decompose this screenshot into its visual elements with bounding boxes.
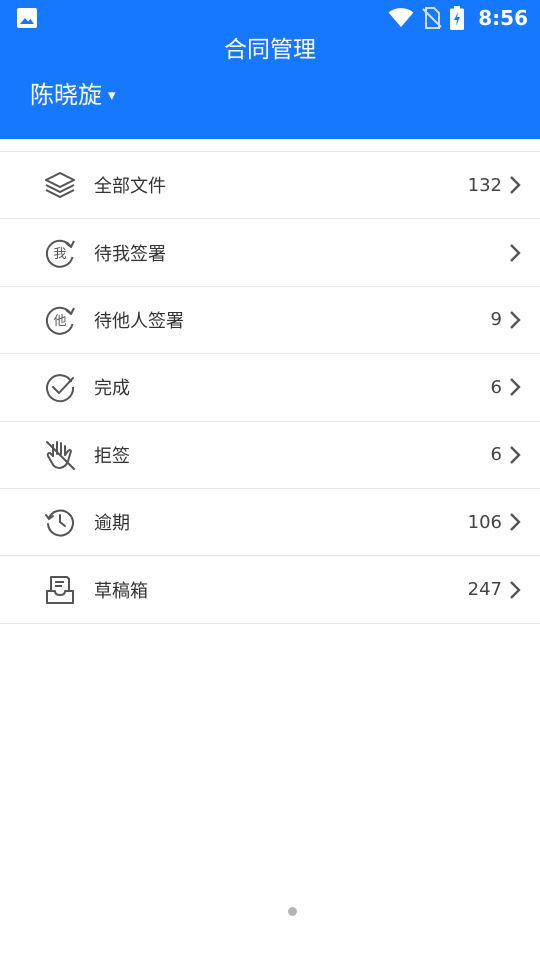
chevron-right-icon (510, 445, 521, 464)
list-item-completed[interactable]: 完成 6 (0, 354, 540, 422)
list-item-label: 全部文件 (94, 176, 166, 198)
layers-icon (45, 172, 75, 199)
page-title: 合同管理 (224, 37, 316, 63)
list-item-rejected[interactable]: 拒签 6 (0, 422, 540, 489)
svg-text:我: 我 (53, 247, 66, 262)
list-item-label: 待他人签署 (94, 310, 184, 332)
check-circle-icon (46, 374, 75, 403)
list-item-count: 9 (490, 309, 502, 331)
chevron-right-icon (510, 176, 521, 195)
list-item-awaiting-others-signature[interactable]: 他 待他人签署 9 (0, 287, 540, 355)
photo-icon (17, 8, 37, 28)
user-switcher[interactable]: 陈晓旋 ▾ (30, 75, 116, 110)
caret-down-icon: ▾ (108, 85, 116, 104)
contract-category-list: 全部文件 132 我 待我签署 他 待他人签署 9 完成 6 拒签 6 逾期 1… (0, 151, 540, 624)
list-item-count: 6 (490, 444, 502, 466)
chevron-right-icon (510, 513, 521, 531)
clock-time: 8:56 (478, 6, 528, 30)
hand-reject-icon (46, 440, 75, 470)
list-item-count: 6 (490, 376, 502, 398)
no-sim-icon (422, 7, 442, 29)
list-item-awaiting-my-signature[interactable]: 我 待我签署 (0, 219, 540, 287)
sign-others-icon: 他 (45, 306, 75, 335)
history-icon (45, 509, 74, 537)
inbox-draft-icon (46, 575, 74, 604)
user-name: 陈晓旋 (30, 81, 102, 109)
chevron-right-icon (510, 580, 521, 599)
list-item-drafts[interactable]: 草稿箱 247 (0, 556, 540, 624)
page-indicator-dot (288, 907, 297, 916)
chevron-right-icon (510, 378, 521, 397)
chevron-right-icon (510, 311, 521, 329)
list-item-label: 拒签 (94, 445, 130, 467)
chevron-right-icon (510, 243, 521, 262)
svg-text:他: 他 (53, 314, 66, 329)
list-item-label: 待我签署 (94, 243, 166, 265)
list-item-count: 106 (467, 511, 502, 533)
list-item-overdue[interactable]: 逾期 106 (0, 489, 540, 557)
sign-me-icon: 我 (45, 239, 75, 268)
list-item-label: 完成 (94, 378, 130, 400)
list-item-all-files[interactable]: 全部文件 132 (0, 152, 540, 220)
wifi-icon (388, 8, 414, 27)
list-item-count: 247 (467, 579, 502, 601)
list-item-label: 逾期 (94, 513, 130, 535)
app-header: 8:56 合同管理 陈晓旋 ▾ (0, 0, 540, 139)
battery-charging-icon (450, 6, 465, 30)
list-item-label: 草稿箱 (94, 580, 148, 602)
list-item-count: 132 (467, 174, 502, 196)
